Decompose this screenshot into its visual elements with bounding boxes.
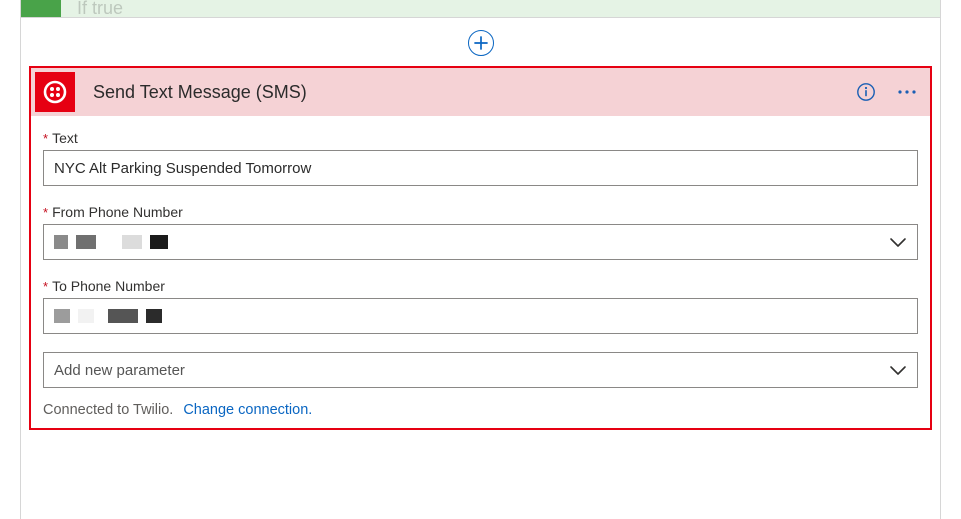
required-star: * bbox=[43, 205, 48, 220]
twilio-icon bbox=[35, 72, 75, 112]
required-star: * bbox=[43, 279, 48, 294]
card-title: Send Text Message (SMS) bbox=[93, 82, 856, 103]
from-field-label: * From Phone Number bbox=[43, 204, 918, 220]
to-phone-value-redacted bbox=[54, 309, 162, 323]
change-connection-link[interactable]: Change connection. bbox=[183, 402, 312, 418]
text-input[interactable]: NYC Alt Parking Suspended Tomorrow bbox=[43, 150, 918, 186]
more-icon[interactable] bbox=[896, 82, 918, 102]
to-phone-input[interactable] bbox=[43, 298, 918, 334]
required-star: * bbox=[43, 131, 48, 146]
add-parameter-select[interactable]: Add new parameter bbox=[43, 352, 918, 388]
to-field-label: * To Phone Number bbox=[43, 278, 918, 294]
check-icon bbox=[21, 0, 61, 17]
text-field-label: * Text bbox=[43, 130, 918, 146]
chevron-down-icon bbox=[889, 236, 907, 248]
twilio-sms-action-card: Send Text Message (SMS) * Text bbox=[29, 66, 932, 430]
chevron-down-icon bbox=[889, 364, 907, 376]
plus-icon bbox=[474, 36, 488, 50]
card-header[interactable]: Send Text Message (SMS) bbox=[31, 68, 930, 116]
connection-status: Connected to Twilio. bbox=[43, 402, 173, 418]
condition-true-label: If true bbox=[77, 0, 123, 19]
text-input-value: NYC Alt Parking Suspended Tomorrow bbox=[54, 160, 311, 177]
add-step-button[interactable] bbox=[468, 30, 494, 56]
add-parameter-placeholder: Add new parameter bbox=[54, 362, 185, 379]
info-icon[interactable] bbox=[856, 82, 876, 102]
from-phone-value-redacted bbox=[54, 235, 168, 249]
condition-true-header[interactable]: If true bbox=[21, 0, 940, 18]
from-phone-select[interactable] bbox=[43, 224, 918, 260]
